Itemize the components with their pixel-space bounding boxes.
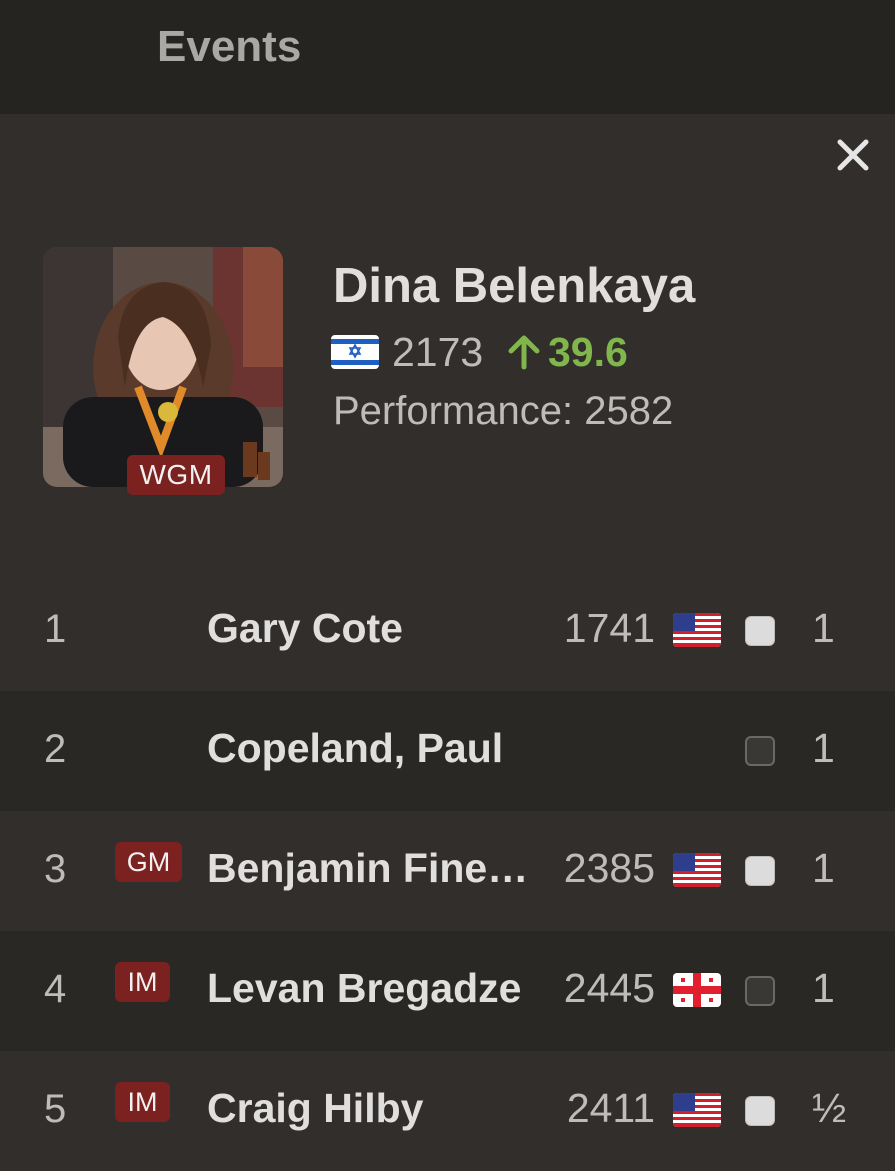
game-result: 1 xyxy=(812,965,835,1011)
page-title: Events xyxy=(157,22,302,71)
georgia-flag-icon xyxy=(673,973,721,1007)
close-icon[interactable] xyxy=(832,134,874,176)
rating-change: 39.6 xyxy=(548,329,628,375)
table-row[interactable]: 1 Gary Cote 1741 1 xyxy=(0,571,895,691)
top-bar: Events xyxy=(0,0,895,114)
arrow-up-icon xyxy=(505,333,543,371)
white-piece-icon xyxy=(745,616,775,646)
table-row[interactable]: 4 IM Levan Bregadze 2445 1 xyxy=(0,931,895,1051)
table-row[interactable]: 3 GM Benjamin Fine… 2385 1 xyxy=(0,811,895,931)
table-row[interactable]: 2 Copeland, Paul 1 xyxy=(0,691,895,811)
usa-flag-icon xyxy=(673,1093,721,1127)
opponent-title-badge: IM xyxy=(115,962,170,1002)
player-title-badge: WGM xyxy=(127,455,225,495)
round-number: 5 xyxy=(44,1087,67,1131)
table-row[interactable]: 5 IM Craig Hilby 2411 ½ xyxy=(0,1051,895,1171)
opponent-rating: 1741 xyxy=(563,605,655,651)
game-result: ½ xyxy=(812,1085,847,1131)
white-piece-icon xyxy=(745,856,775,886)
israel-flag-icon xyxy=(331,335,379,369)
opponent-rating: 2411 xyxy=(566,1085,655,1131)
player-rating: 2173 xyxy=(392,329,484,375)
player-avatar xyxy=(43,247,283,487)
opponent-rating: 2385 xyxy=(563,845,655,891)
opponent-title-badge: IM xyxy=(115,1082,170,1122)
round-number: 1 xyxy=(44,607,67,651)
opponent-name[interactable]: Copeland, Paul xyxy=(207,725,503,772)
opponent-name[interactable]: Benjamin Fine… xyxy=(207,845,528,892)
game-result: 1 xyxy=(812,845,835,891)
performance-rating: Performance: 2582 xyxy=(333,389,674,433)
game-result: 1 xyxy=(812,725,835,771)
black-piece-icon xyxy=(745,976,775,1006)
round-number: 4 xyxy=(44,967,67,1011)
opponent-name[interactable]: Gary Cote xyxy=(207,605,403,652)
black-piece-icon xyxy=(745,736,775,766)
opponent-name[interactable]: Craig Hilby xyxy=(207,1085,423,1132)
round-number: 3 xyxy=(44,847,67,891)
player-name: Dina Belenkaya xyxy=(333,259,696,313)
opponent-rating: 2445 xyxy=(563,965,655,1011)
white-piece-icon xyxy=(745,1096,775,1126)
usa-flag-icon xyxy=(673,613,721,647)
usa-flag-icon xyxy=(673,853,721,887)
round-number: 2 xyxy=(44,727,67,771)
opponent-title-badge: GM xyxy=(115,842,182,882)
game-result: 1 xyxy=(812,605,835,651)
opponent-name[interactable]: Levan Bregadze xyxy=(207,965,521,1012)
